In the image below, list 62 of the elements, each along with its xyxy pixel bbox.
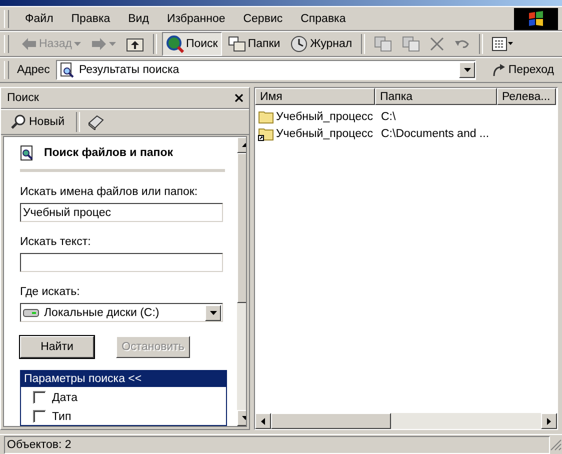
column-header[interactable]: Имя <box>255 88 375 105</box>
back-arrow-icon <box>21 37 37 51</box>
menu-item[interactable]: Правка <box>63 10 118 26</box>
pane-heading: Поиск файлов и папок <box>44 147 174 159</box>
menu-item[interactable]: Справка <box>292 10 354 26</box>
file-name[interactable]: Учебный_процесс <box>276 110 373 122</box>
scroll-left-icon[interactable] <box>261 418 265 424</box>
go-arrow-icon <box>492 63 506 77</box>
caret-icon[interactable] <box>210 310 216 314</box>
checkbox-label: Дата <box>52 392 78 404</box>
column-header[interactable]: Папка <box>375 88 497 105</box>
menu-item[interactable]: Вид <box>120 10 157 26</box>
windows-logo-icon <box>514 8 558 30</box>
magnifier-icon <box>11 114 27 130</box>
globe-magnifier-icon <box>166 35 184 53</box>
close-icon[interactable] <box>235 94 243 102</box>
menu-item[interactable]: Сервис <box>235 10 291 26</box>
caret-icon[interactable] <box>464 68 471 72</box>
folder-icon <box>258 110 274 124</box>
move-to-icon <box>374 36 392 52</box>
book-icon[interactable] <box>86 114 104 130</box>
checkbox-label: Тип <box>52 410 72 422</box>
scroll-right-icon[interactable] <box>547 418 551 424</box>
search-button[interactable]: Поиск <box>162 32 222 56</box>
status-text: Объектов: 2 <box>7 439 72 451</box>
input-field[interactable] <box>20 253 223 272</box>
menu-item[interactable]: Избранное <box>158 10 234 26</box>
options-header[interactable]: Параметры поиска << <box>21 371 226 387</box>
folder-up-icon <box>126 36 144 52</box>
search-document-icon <box>20 145 34 161</box>
history-button[interactable]: Журнал <box>286 32 356 56</box>
caret-icon <box>108 42 116 46</box>
field-label: Где искать: <box>20 286 81 298</box>
clock-icon <box>290 35 308 53</box>
menu-item[interactable]: Файл <box>17 10 62 26</box>
file-name[interactable]: Учебный_процесс <box>276 128 373 140</box>
folder-path: C:\Documents and ... <box>380 128 490 140</box>
undo-icon <box>454 38 470 50</box>
caret-icon <box>74 42 81 46</box>
horizontal-scrollbar[interactable] <box>255 413 557 429</box>
go-button[interactable]: Переход <box>488 61 558 79</box>
input-field[interactable]: Учебный процес <box>20 203 223 222</box>
field-label: Искать текст: <box>20 236 92 248</box>
field-label: Искать имена файлов или папок: <box>20 186 199 198</box>
copy-to-icon <box>402 36 420 52</box>
views-icon <box>492 37 514 51</box>
folder-shortcut-icon <box>258 126 274 140</box>
find-button[interactable]: Найти <box>20 336 94 358</box>
forward-arrow-icon <box>90 37 107 51</box>
folders-icon <box>228 36 246 52</box>
folders-button[interactable]: Папки <box>224 33 284 55</box>
folder-path: C:\ <box>380 110 396 122</box>
drive-icon <box>23 308 39 318</box>
address-label: Адрес <box>17 64 50 76</box>
location-dropdown[interactable]: Локальные диски (C:) <box>20 303 223 322</box>
search-results-icon <box>58 62 75 78</box>
column-header[interactable]: Релева... <box>497 88 556 105</box>
pane-title: Поиск <box>7 92 39 104</box>
new-search-button[interactable]: Новый <box>7 111 68 133</box>
delete-icon <box>430 37 444 51</box>
address-field[interactable]: Результаты поиска <box>56 60 476 80</box>
checkbox[interactable] <box>33 410 46 423</box>
